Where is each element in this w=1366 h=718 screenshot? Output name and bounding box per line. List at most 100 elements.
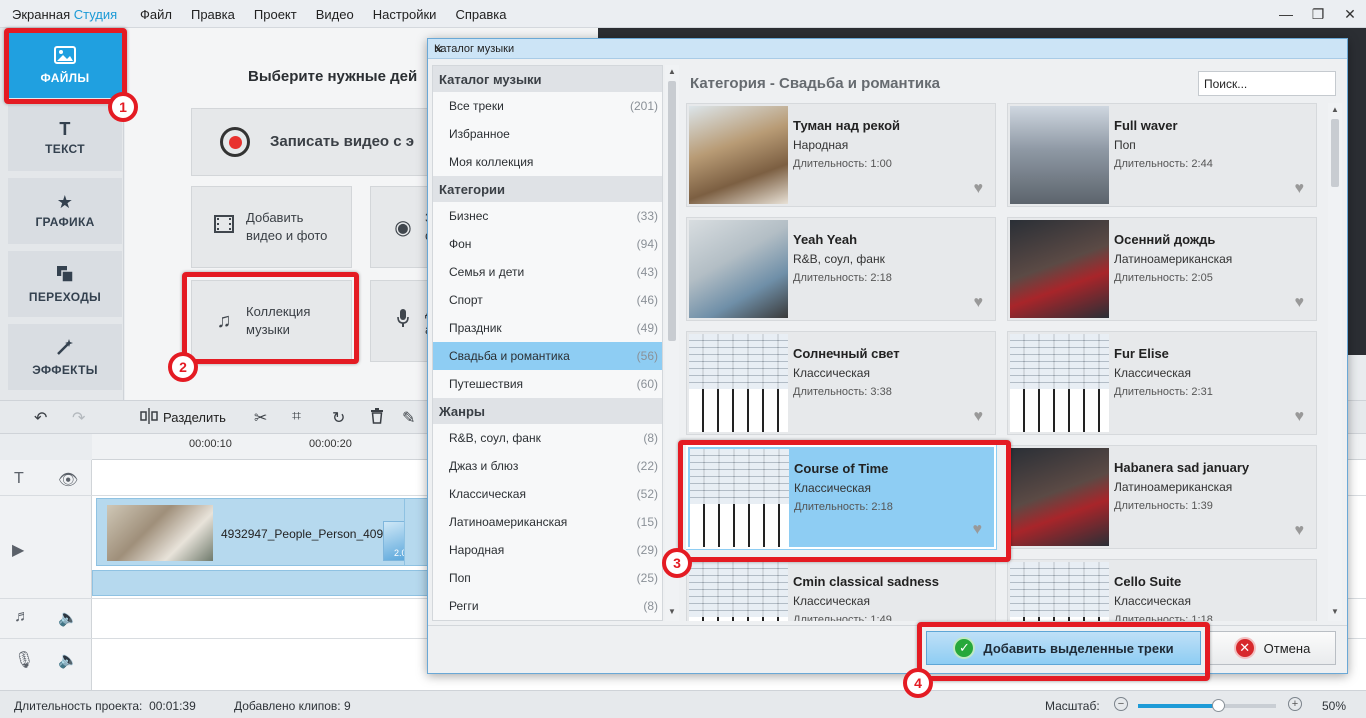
edit-icon[interactable]: ✎ xyxy=(402,408,415,428)
sidebar-item-files[interactable]: ФАЙЛЫ xyxy=(8,32,122,98)
scroll-down-icon[interactable]: ▼ xyxy=(668,607,676,616)
track-card[interactable]: Yeah Yeah R&B, соул, фанк Длительность: 2:… xyxy=(686,217,996,321)
scrollbar-thumb[interactable] xyxy=(668,81,676,341)
track-card[interactable]: Cello Suite Классическая Длительность: 1:1… xyxy=(1007,559,1317,621)
menu-file[interactable]: Файл xyxy=(140,7,172,22)
category-item[interactable]: R&B, соул, фанк (8) xyxy=(433,424,662,452)
category-item[interactable]: Моя коллекция xyxy=(433,148,662,176)
favorite-heart-icon[interactable]: ♥ xyxy=(973,521,983,539)
eye-icon[interactable]: 👁 xyxy=(58,470,78,490)
category-item[interactable]: Поп (25) xyxy=(433,564,662,592)
category-count: (8) xyxy=(643,599,658,613)
text-icon: T xyxy=(59,119,71,139)
crop-icon[interactable]: ⌗ xyxy=(292,408,301,426)
step-badge-1: 1 xyxy=(108,92,138,122)
sidebar-item-label: ПЕРЕХОДЫ xyxy=(28,289,102,304)
favorite-heart-icon[interactable]: ♥ xyxy=(1295,180,1305,198)
track-card[interactable]: Course of Time Классическая Длительность: … xyxy=(686,444,997,550)
trash-icon[interactable] xyxy=(370,408,384,429)
split-icon[interactable] xyxy=(140,408,158,429)
category-item[interactable]: Классическая (52) xyxy=(433,480,662,508)
maximize-icon[interactable]: ❐ xyxy=(1302,0,1334,28)
category-item[interactable]: Избранное xyxy=(433,120,662,148)
favorite-heart-icon[interactable]: ♥ xyxy=(974,408,984,426)
category-item[interactable]: Бизнес (33) xyxy=(433,202,662,230)
favorite-heart-icon[interactable]: ♥ xyxy=(1295,408,1305,426)
sidebar-item-effects[interactable]: ЭФФЕКТЫ xyxy=(8,324,122,390)
track-card[interactable]: Full waver Поп Длительность: 2:44 ♥ xyxy=(1007,103,1317,207)
sidebar-item-transitions[interactable]: ПЕРЕХОДЫ xyxy=(8,251,122,317)
split-label[interactable]: Разделить xyxy=(163,410,226,425)
video-clip[interactable]: 4932947_People_Person_409 2.0 xyxy=(96,498,426,566)
category-count: (60) xyxy=(636,377,658,391)
track-card[interactable]: Cmin classical sadness Классическая Длител… xyxy=(686,559,996,621)
category-item[interactable]: Спорт (46) xyxy=(433,286,662,314)
menu-project[interactable]: Проект xyxy=(254,7,297,22)
track-card[interactable]: Солнечный свет Классическая Длительность: … xyxy=(686,331,996,435)
track-card[interactable]: Осенний дождь Латиноамериканская Длительно… xyxy=(1007,217,1317,321)
audio-clip[interactable] xyxy=(92,570,428,596)
music-list-icon: ♫ xyxy=(216,309,232,332)
menu-video[interactable]: Видео xyxy=(316,7,354,22)
sidebar-item-text[interactable]: T ТЕКСТ xyxy=(8,105,122,171)
favorite-heart-icon[interactable]: ♥ xyxy=(1295,294,1305,312)
scrollbar-thumb[interactable] xyxy=(1331,119,1339,187)
track-title: Full waver xyxy=(1114,118,1178,133)
music-catalog-dialog: Каталог музыки ✕ Каталог музыки Все треки… xyxy=(427,38,1348,674)
redo-icon[interactable]: ↷ xyxy=(72,408,85,428)
rotate-icon[interactable]: ↻ xyxy=(332,408,345,428)
favorite-heart-icon[interactable]: ♥ xyxy=(1295,522,1305,540)
volume-icon[interactable]: 🔈 xyxy=(58,650,78,670)
add-media-button[interactable]: Добавить видео и фото xyxy=(191,186,352,268)
category-scrollbar[interactable]: ▲ ▼ xyxy=(665,65,679,621)
track-card[interactable]: Туман над рекой Народная Длительность: 1:0… xyxy=(686,103,996,207)
track-thumbnail xyxy=(690,449,789,547)
category-item[interactable]: Свадьба и романтика (56) xyxy=(433,342,662,370)
favorite-heart-icon[interactable]: ♥ xyxy=(974,180,984,198)
close-window-icon[interactable]: ✕ xyxy=(1334,0,1366,28)
track-card[interactable]: Habanera sad january Латиноамериканская Дл… xyxy=(1007,445,1317,549)
track-title: Yeah Yeah xyxy=(793,232,858,247)
cancel-button[interactable]: ✕ Отмена xyxy=(1208,631,1336,665)
track-grid-scrollbar[interactable]: ▲ ▼ xyxy=(1328,103,1342,621)
scroll-up-icon[interactable]: ▲ xyxy=(1331,105,1339,114)
zoom-out-icon[interactable]: − xyxy=(1114,697,1128,711)
category-item[interactable]: Праздник (49) xyxy=(433,314,662,342)
volume-icon[interactable]: 🔈 xyxy=(58,608,78,628)
zoom-slider-handle[interactable] xyxy=(1212,699,1226,712)
scroll-down-icon[interactable]: ▼ xyxy=(1331,607,1339,616)
category-item[interactable]: Семья и дети (43) xyxy=(433,258,662,286)
ruler-tick: 00:00:20 xyxy=(309,438,352,450)
undo-icon[interactable]: ↶ xyxy=(34,408,47,428)
zoom-slider[interactable] xyxy=(1138,699,1276,712)
favorite-heart-icon[interactable]: ♥ xyxy=(974,294,984,312)
category-item[interactable]: Фон (94) xyxy=(433,230,662,258)
category-item[interactable]: Все треки (201) xyxy=(433,92,662,120)
close-icon[interactable]: ✕ xyxy=(434,43,1341,56)
search-input[interactable] xyxy=(1198,71,1336,96)
category-item[interactable]: Джаз и блюз (22) xyxy=(433,452,662,480)
category-item[interactable]: Латиноамериканская (15) xyxy=(433,508,662,536)
video-clip-next[interactable] xyxy=(404,498,428,566)
scroll-up-icon[interactable]: ▲ xyxy=(668,67,676,76)
clips-count: Добавлено клипов: 9 xyxy=(234,699,351,713)
transitions-icon xyxy=(56,265,74,286)
zoom-in-icon[interactable]: + xyxy=(1288,697,1302,711)
sidebar-item-graphics[interactable]: ★ ГРАФИКА xyxy=(8,178,122,244)
category-label: Праздник xyxy=(449,321,502,335)
track-card[interactable]: Fur Elise Классическая Длительность: 2:31 ♥ xyxy=(1007,331,1317,435)
category-item[interactable]: Народная (29) xyxy=(433,536,662,564)
category-label: Путешествия xyxy=(449,377,524,391)
category-item[interactable]: Регги (8) xyxy=(433,592,662,620)
menu-settings[interactable]: Настройки xyxy=(373,7,437,22)
scissors-icon[interactable]: ✂ xyxy=(254,408,267,428)
category-item[interactable]: Путешествия (60) xyxy=(433,370,662,398)
scale-label: Масштаб: xyxy=(1045,699,1100,713)
minimize-icon[interactable]: — xyxy=(1270,0,1302,28)
track-thumbnail xyxy=(689,562,788,621)
music-collection-button[interactable]: ♫ Коллекция музыки xyxy=(191,280,352,362)
menu-help[interactable]: Справка xyxy=(455,7,506,22)
add-selected-tracks-button[interactable]: ✓ Добавить выделенные треки xyxy=(926,631,1201,665)
menu-edit[interactable]: Правка xyxy=(191,7,235,22)
step-badge-3: 3 xyxy=(662,548,692,578)
